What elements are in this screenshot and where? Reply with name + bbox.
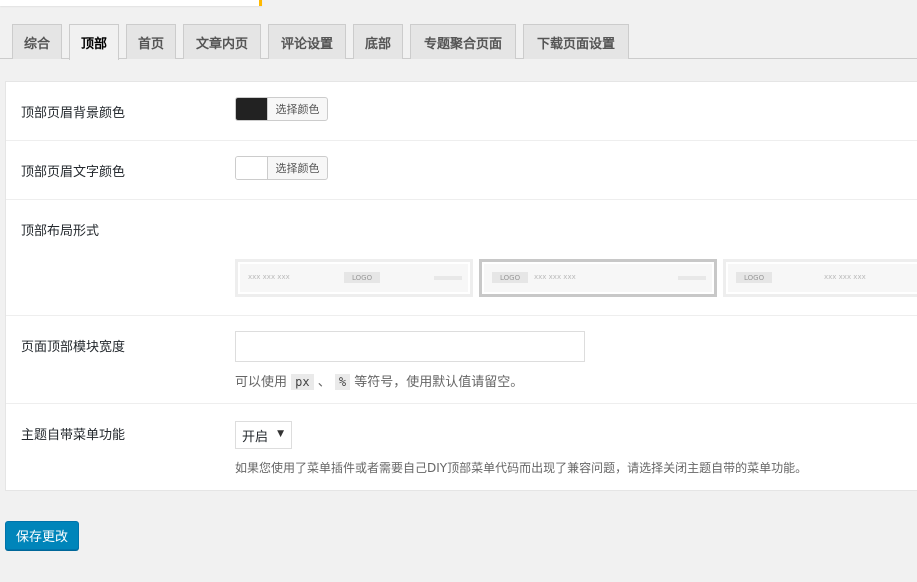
width-help-after: 等符号，使用默认值请留空。 xyxy=(354,375,524,390)
menu-label: 主题自带菜单功能 xyxy=(21,428,126,443)
tab-topics[interactable]: 专题聚合页面 xyxy=(410,24,516,59)
tab-download[interactable]: 下载页面设置 xyxy=(523,24,629,59)
layout-option-2[interactable]: LOGO xxx xxx xxx xyxy=(479,259,717,297)
header-text-color-label: 顶部页眉文字颜色 xyxy=(21,165,126,180)
layout-2-text: xxx xxx xxx xyxy=(534,273,576,281)
tab-home[interactable]: 首页 xyxy=(126,24,176,59)
row-layout: 顶部布局形式 xyxy=(6,200,917,316)
layout-label: 顶部布局形式 xyxy=(21,224,100,239)
header-bg-color-picker[interactable]: 选择颜色 xyxy=(235,97,328,121)
dropdown-arrow-icon: ▼ xyxy=(277,429,284,439)
row-header-bg-color: 顶部页眉背景颜色 选择颜色 xyxy=(6,82,917,141)
header-text-color-picker[interactable]: 选择颜色 xyxy=(235,156,328,180)
tab-general[interactable]: 综合 xyxy=(12,24,62,59)
layout-option-1[interactable]: xxx xxx xxx LOGO xyxy=(235,259,473,297)
header-text-color-swatch[interactable] xyxy=(236,157,268,179)
header-bg-color-label: 顶部页眉背景颜色 xyxy=(21,106,126,121)
layout-3-logo: LOGO xyxy=(736,272,773,283)
save-changes-button[interactable]: 保存更改 xyxy=(5,521,79,550)
menu-select-value: 开启 xyxy=(242,429,269,445)
layout-1-text: xxx xxx xxx xyxy=(248,273,290,281)
width-help-sep: 、 xyxy=(317,375,331,390)
settings-tabs: 综合 顶部 首页 文章内页 评论设置 底部 专题聚合页面 下载页面设置 xyxy=(0,24,917,60)
header-bg-color-picker-label[interactable]: 选择颜色 xyxy=(268,98,327,120)
tab-comments[interactable]: 评论设置 xyxy=(268,24,346,59)
settings-panel: 顶部页眉背景颜色 选择颜色 顶部页眉文字颜色 选择颜色 顶部布局形式 xxx x… xyxy=(5,81,917,491)
layout-1-logo: LOGO xyxy=(344,272,381,283)
menu-help: 如果您使用了菜单插件或者需要自己DIY顶部菜单代码而出现了兼容问题，请选择关闭主… xyxy=(235,461,808,475)
layout-3-text: xxx xxx xxx xyxy=(824,273,866,281)
menu-select[interactable]: 开启 ▼ xyxy=(235,421,292,449)
row-menu: 主题自带菜单功能 xyxy=(6,404,917,492)
header-width-input[interactable] xyxy=(235,331,585,362)
header-bg-color-swatch[interactable] xyxy=(236,98,268,120)
header-text-color-picker-label[interactable]: 选择颜色 xyxy=(268,157,327,179)
layout-2-bar xyxy=(678,276,706,280)
row-header-text-color: 顶部页眉文字颜色 选择颜色 xyxy=(6,141,917,200)
tab-footer[interactable]: 底部 xyxy=(353,24,403,59)
width-help-before: 可以使用 xyxy=(235,375,288,390)
tab-article[interactable]: 文章内页 xyxy=(183,24,261,59)
layout-option-3[interactable]: LOGO xxx xxx xxx xyxy=(723,259,917,297)
width-help-code-percent: % xyxy=(334,374,351,390)
width-help-code-px: px xyxy=(291,374,314,390)
width-label: 页面顶部模块宽度 xyxy=(21,340,126,355)
admin-notice xyxy=(0,0,262,6)
layout-1-bar xyxy=(434,276,462,280)
width-help: 可以使用 px 、 % 等符号，使用默认值请留空。 xyxy=(235,371,523,390)
tab-header[interactable]: 顶部 xyxy=(69,24,119,60)
layout-2-logo: LOGO xyxy=(492,272,529,283)
